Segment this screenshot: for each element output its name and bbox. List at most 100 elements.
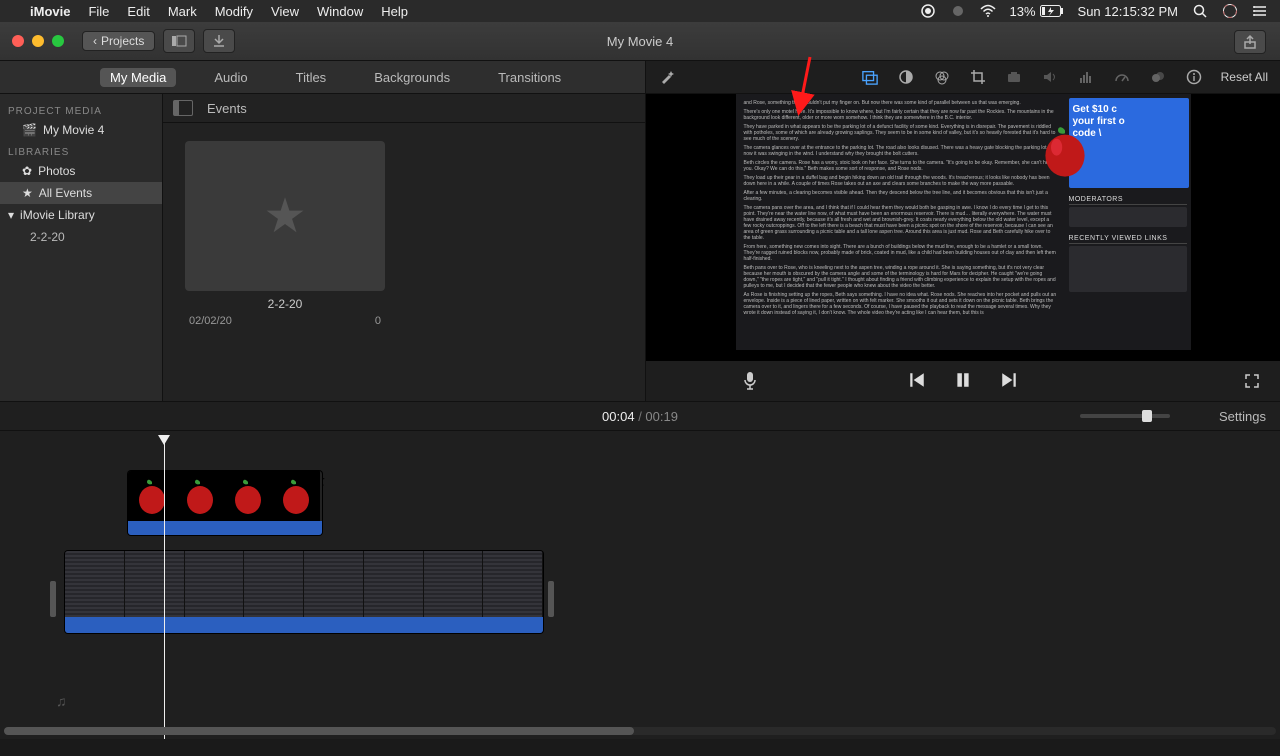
overlay-settings-icon[interactable]: [861, 68, 879, 86]
sidebar-imovie-library-label: iMovie Library: [20, 208, 95, 222]
event-count: 0: [375, 315, 381, 327]
event-date: 02/02/20: [189, 315, 232, 327]
preview-article-text: and Rose, something that I couldn't put …: [736, 94, 1065, 350]
menu-file[interactable]: File: [88, 4, 109, 19]
reset-all-button[interactable]: Reset All: [1221, 70, 1268, 84]
app-menu[interactable]: iMovie: [30, 4, 70, 19]
info-icon[interactable]: [1185, 68, 1203, 86]
overlay-clip-apple[interactable]: [128, 471, 322, 535]
imovie-window: ‹ Projects My Movie 4 My Media Audio Tit…: [0, 22, 1280, 739]
sidebar-photos[interactable]: ✿ Photos: [0, 160, 162, 182]
back-label: Projects: [101, 34, 144, 48]
menu-edit[interactable]: Edit: [127, 4, 149, 19]
fullscreen-button[interactable]: [1244, 373, 1260, 389]
mac-menubar: iMovie File Edit Mark Modify View Window…: [0, 0, 1280, 22]
crop-icon[interactable]: [969, 68, 987, 86]
zoom-knob[interactable]: [1142, 410, 1152, 422]
flower-icon: ✿: [22, 164, 32, 178]
share-button[interactable]: [1234, 30, 1266, 54]
menu-modify[interactable]: Modify: [215, 4, 253, 19]
tab-audio[interactable]: Audio: [204, 68, 257, 87]
viewer-preview[interactable]: and Rose, something that I couldn't put …: [646, 94, 1280, 361]
menu-window[interactable]: Window: [317, 4, 363, 19]
timeline-total-time: 00:19: [645, 409, 678, 424]
placeholder-star-icon: ★: [263, 188, 306, 244]
menu-view[interactable]: View: [271, 4, 299, 19]
do-not-disturb-icon[interactable]: [950, 3, 966, 19]
viewer-pane: Reset All and Rose, something that I cou…: [646, 61, 1280, 401]
sidebar-all-events[interactable]: ★ All Events: [0, 182, 162, 204]
speed-icon[interactable]: [1113, 68, 1131, 86]
sidebar-library-event[interactable]: 2-2-20: [0, 226, 162, 248]
sidebar-library-event-label: 2-2-20: [30, 230, 65, 244]
timeline-zoom-slider[interactable]: [1080, 414, 1170, 418]
menubar-clock[interactable]: Sun 12:15:32 PM: [1078, 4, 1178, 19]
zoom-window-button[interactable]: [52, 35, 64, 47]
recently-viewed-header: RECENTLY VIEWED LINKS: [1069, 235, 1187, 244]
wifi-icon[interactable]: [980, 3, 996, 19]
tab-transitions[interactable]: Transitions: [488, 68, 571, 87]
chevron-left-icon: ‹: [93, 34, 97, 48]
back-to-projects-button[interactable]: ‹ Projects: [82, 31, 155, 51]
timeline[interactable]: ♫: [0, 431, 1280, 739]
event-thumbnail[interactable]: ★: [185, 141, 385, 291]
enhance-icon[interactable]: [658, 68, 676, 86]
sidebar-imovie-library[interactable]: ▾ iMovie Library: [0, 204, 162, 226]
sidebar-all-events-label: All Events: [39, 186, 92, 200]
voiceover-record-button[interactable]: [742, 371, 758, 391]
events-layout-toggle[interactable]: [173, 100, 193, 116]
siri-icon[interactable]: [1222, 3, 1238, 19]
volume-icon[interactable]: [1041, 68, 1059, 86]
spotlight-icon[interactable]: [1192, 3, 1208, 19]
clip-trim-handle-right[interactable]: [548, 581, 554, 617]
tab-my-media[interactable]: My Media: [100, 68, 176, 87]
battery-status[interactable]: 13%: [1010, 4, 1064, 19]
picture-in-picture-overlay: [1037, 122, 1093, 181]
screen-record-icon[interactable]: [920, 3, 936, 19]
timeline-scrollbar-thumb[interactable]: [4, 727, 634, 735]
play-pause-button[interactable]: [954, 371, 972, 392]
sidebar-project[interactable]: 🎬 My Movie 4: [0, 119, 162, 141]
equalizer-icon[interactable]: [1077, 68, 1095, 86]
stabilize-icon[interactable]: [1005, 68, 1023, 86]
events-header-label: Events: [207, 101, 247, 116]
tab-titles[interactable]: Titles: [286, 68, 337, 87]
timeline-settings-button[interactable]: Settings: [1219, 409, 1266, 424]
import-button[interactable]: [203, 29, 235, 53]
color-correction-icon[interactable]: [933, 68, 951, 86]
window-traffic-lights: [12, 35, 64, 47]
clip-trim-handle-left[interactable]: [50, 581, 56, 617]
moderators-header: MODERATORS: [1069, 196, 1187, 205]
timeline-header: 00:04 / 00:19 Settings: [0, 402, 1280, 431]
menu-mark[interactable]: Mark: [168, 4, 197, 19]
libraries-header: LIBRARIES: [0, 141, 162, 160]
event-item[interactable]: ★ 2-2-20 02/02/20 0: [185, 141, 385, 327]
transport-controls: [646, 361, 1280, 401]
minimize-window-button[interactable]: [32, 35, 44, 47]
timeline-current-time: 00:04: [602, 409, 635, 424]
events-browser: Events ★ 2-2-20 02/02/20 0: [163, 94, 645, 401]
star-icon: ★: [22, 186, 33, 200]
timeline-scrollbar[interactable]: [4, 727, 1276, 735]
prev-frame-button[interactable]: [908, 371, 926, 392]
tab-backgrounds[interactable]: Backgrounds: [364, 68, 460, 87]
sidebar-photos-label: Photos: [38, 164, 75, 178]
library-list-toggle[interactable]: [163, 29, 195, 53]
next-frame-button[interactable]: [1000, 371, 1018, 392]
sidebar-project-label: My Movie 4: [43, 123, 104, 137]
media-tabs: My Media Audio Titles Backgrounds Transi…: [0, 61, 645, 94]
project-media-header: PROJECT MEDIA: [0, 100, 162, 119]
library-sidebar: PROJECT MEDIA 🎬 My Movie 4 LIBRARIES ✿ P…: [0, 94, 163, 401]
notification-center-icon[interactable]: [1252, 3, 1268, 19]
disclosure-triangle-icon[interactable]: ▾: [8, 208, 14, 222]
window-titlebar: ‹ Projects My Movie 4: [0, 22, 1280, 61]
menu-help[interactable]: Help: [381, 4, 408, 19]
ad-line1: Get $10 c: [1073, 104, 1185, 116]
clapper-icon: 🎬: [22, 123, 37, 137]
close-window-button[interactable]: [12, 35, 24, 47]
browser-pane: My Media Audio Titles Backgrounds Transi…: [0, 61, 646, 401]
color-balance-icon[interactable]: [897, 68, 915, 86]
primary-video-clip[interactable]: [65, 551, 543, 633]
adjust-toolbar: Reset All: [646, 61, 1280, 94]
effects-icon[interactable]: [1149, 68, 1167, 86]
